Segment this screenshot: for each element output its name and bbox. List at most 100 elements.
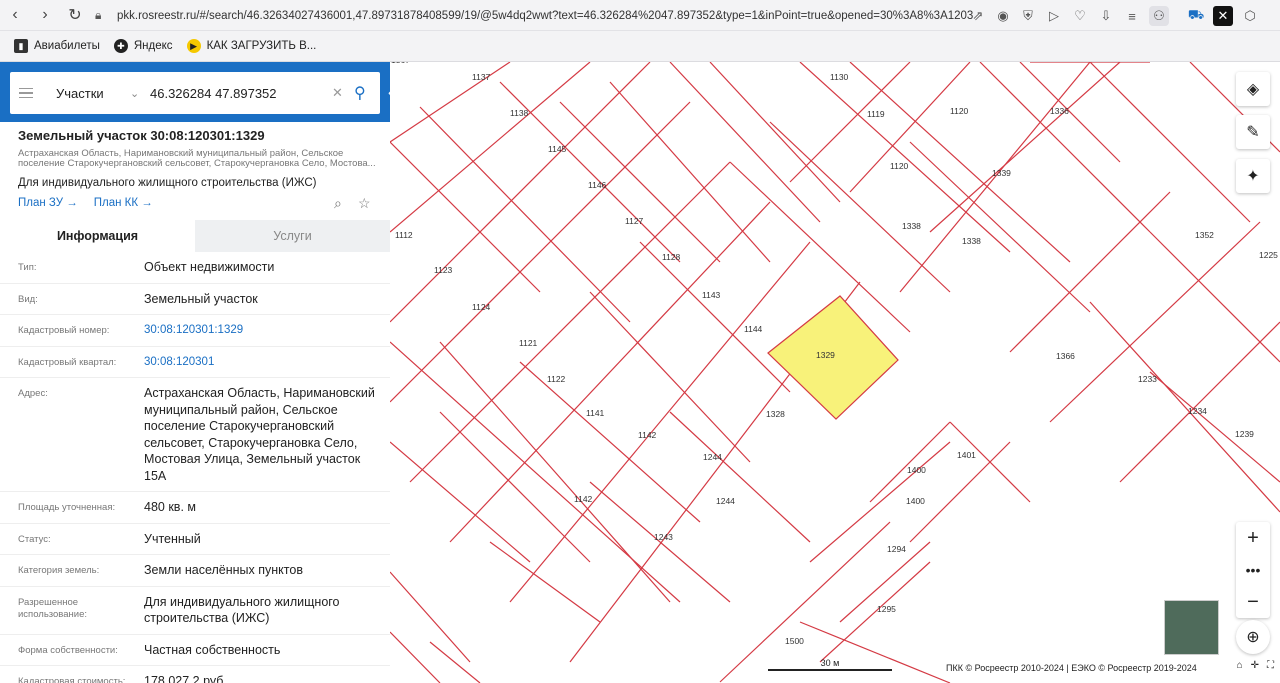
star-icon[interactable]: ☆ xyxy=(358,195,371,212)
shield-icon[interactable]: ⛨ xyxy=(1018,6,1038,26)
play-icon: ▶ xyxy=(186,39,201,53)
parcel-label: 1401 xyxy=(957,450,976,460)
tab-info[interactable]: Информация xyxy=(0,220,195,252)
object-purpose: Для индивидуального жилищного строительс… xyxy=(18,177,317,189)
parcel-boundary xyxy=(489,541,601,623)
chevron-down-icon[interactable]: ⌄ xyxy=(130,87,150,100)
zoom-out-button[interactable]: − xyxy=(1236,586,1270,618)
reload-icon[interactable]: ↻ xyxy=(60,0,90,31)
parcel-boundary xyxy=(519,361,701,523)
tab-services[interactable]: Услуги xyxy=(195,220,390,252)
camera-icon[interactable]: ◉ xyxy=(993,6,1013,26)
clear-icon[interactable]: ✕ xyxy=(332,85,354,101)
parcel-label: 1366 xyxy=(1056,351,1075,361)
parcel-label: 1339 xyxy=(992,168,1011,178)
parcel-label: 1120 xyxy=(950,106,969,116)
parcel-label: 1338 xyxy=(902,221,921,231)
parcel-label: 1142 xyxy=(574,494,593,504)
ruler-icon[interactable]: ✎ xyxy=(1236,115,1270,149)
plan-kk-link[interactable]: План КК → xyxy=(94,197,153,209)
parcel-boundary xyxy=(669,62,821,223)
parcel-boundary xyxy=(809,441,951,563)
search-box[interactable]: Участки ⌄ 46.326284 47.897352 ✕ ⚲ xyxy=(10,72,380,114)
zoom-in-button[interactable]: + xyxy=(1236,522,1270,554)
parcel-boundary xyxy=(390,101,691,403)
bookmark-kak-zagruzit[interactable]: ▶ КАК ЗАГРУЗИТЬ В... xyxy=(186,39,316,53)
parcel-boundary xyxy=(769,121,951,293)
hamburger-icon[interactable] xyxy=(10,87,42,99)
parcel-boundary xyxy=(559,101,721,263)
parcel-label: 1119 xyxy=(867,109,885,119)
parcel-boundary xyxy=(1049,221,1261,423)
parcel-boundary xyxy=(669,411,811,543)
compass-icon[interactable]: ⊕ xyxy=(1236,620,1270,654)
info-row: Статус: Учтенный xyxy=(0,524,390,555)
send-icon[interactable]: ▷ xyxy=(1044,6,1064,26)
url-text: pkk.rosreestr.ru/#/search/46.32634027436… xyxy=(117,9,974,22)
parcel-boundary xyxy=(589,291,751,463)
locate-icon[interactable]: ⌕ xyxy=(334,195,342,212)
cadastral-map[interactable]: 1137 1130 1138 1119 1120 1336 1145 1120 1339 1146… xyxy=(390,62,1280,683)
parcel-label: 1146 xyxy=(588,180,607,190)
fullscreen-icon[interactable]: ⛶ xyxy=(1267,660,1274,671)
parcel-label: 1244 xyxy=(716,496,735,506)
parcel-label: 1145 xyxy=(548,144,567,154)
parcel-boundary xyxy=(869,421,951,503)
parcel-label: 1336 xyxy=(1050,106,1069,116)
info-row: Площадь уточненная: 480 кв. м xyxy=(0,492,390,524)
search-input[interactable]: 46.326284 47.897352 xyxy=(150,86,332,101)
parcel-label: 1239 xyxy=(1235,429,1254,439)
parcel-label: 1123 xyxy=(434,265,453,275)
lock-icon: 🔒︎ xyxy=(95,8,102,22)
parcel-label: 1328 xyxy=(766,409,785,419)
forward-icon[interactable]: › xyxy=(30,0,60,31)
map-corner-icons: ⌂ ✛ ⛶ xyxy=(1237,660,1274,671)
address-bar[interactable]: 🔒︎ pkk.rosreestr.ru/#/search/46.32634027… xyxy=(95,4,1175,27)
zoom-controls: + ••• − xyxy=(1236,522,1270,618)
search-icon[interactable]: ⚲ xyxy=(354,83,380,103)
home-icon[interactable]: ⌂ xyxy=(1237,660,1243,671)
menu-icon[interactable]: ≡ xyxy=(1122,6,1142,26)
share-icon[interactable]: ⇗ xyxy=(968,6,988,26)
parcel-label: 1295 xyxy=(877,604,896,614)
bookmarks-bar: ▮ Авиабилеты ✚ Яндекс ▶ КАК ЗАГРУЗИТЬ В... xyxy=(0,31,1280,62)
object-title: Земельный участок 30:08:120301:1329 xyxy=(18,128,265,143)
parcel-label: 1124 xyxy=(472,302,491,312)
parcel-label: 1137 xyxy=(472,72,491,82)
plan-zu-link[interactable]: План ЗУ → xyxy=(18,197,78,209)
bookmark-yandex[interactable]: ✚ Яндекс xyxy=(113,39,173,53)
back-icon[interactable]: ‹ xyxy=(0,0,30,31)
download-icon[interactable]: ⇩ xyxy=(1096,6,1116,26)
parcel-boundary xyxy=(390,441,531,563)
crosshair-icon[interactable]: ✛ xyxy=(1251,660,1259,671)
parcel-boundary xyxy=(609,81,771,263)
parcel-label: 1122 xyxy=(547,374,566,384)
heart-icon[interactable]: ♡ xyxy=(1070,6,1090,26)
bookmark-aviabilety[interactable]: ▮ Авиабилеты xyxy=(14,39,100,53)
profile-icon[interactable]: ⚇ xyxy=(1149,6,1169,26)
point-icon[interactable]: ✦ xyxy=(1236,159,1270,193)
parcel-boundary xyxy=(1089,62,1251,223)
parcel-label: 1400 xyxy=(907,465,926,475)
info-table: Тип: Объект недвижимости Вид: Земельный уч… xyxy=(0,252,390,683)
minimap-thumbnail[interactable] xyxy=(1164,600,1219,655)
settings-icon[interactable]: ⬡ xyxy=(1240,6,1260,26)
info-row: Кадастровый номер: 30:08:120301:1329 xyxy=(0,315,390,347)
category-select[interactable]: Участки xyxy=(56,86,130,101)
layers-icon[interactable]: ◈ xyxy=(1236,72,1270,106)
parcel-label: 1352 xyxy=(1195,230,1214,240)
info-row: Адрес: Астраханская Область, Наримановски… xyxy=(0,378,390,492)
info-row: Кадастровая стоимость: 178 027,2 руб. xyxy=(0,666,390,683)
more-icon[interactable]: ••• xyxy=(1236,554,1270,586)
parcel-boundary xyxy=(849,62,1071,263)
cadastral-quarter-link[interactable]: 30:08:120301 xyxy=(144,347,390,378)
parcel-boundary xyxy=(799,621,951,683)
extension-icon[interactable]: ✕ xyxy=(1213,6,1233,26)
parcel-boundary xyxy=(390,571,471,663)
plan-links: План ЗУ → План КК → xyxy=(18,197,153,209)
cadastral-number-link[interactable]: 30:08:120301:1329 xyxy=(144,315,390,346)
parcel-label: 1234 xyxy=(1188,406,1207,416)
cart-icon[interactable]: ⛟ xyxy=(1186,6,1206,26)
browser-toolbar: ‹ › ↻ 🔒︎ pkk.rosreestr.ru/#/search/46.32… xyxy=(0,0,1280,31)
parcel-label: 1130 xyxy=(830,72,849,82)
